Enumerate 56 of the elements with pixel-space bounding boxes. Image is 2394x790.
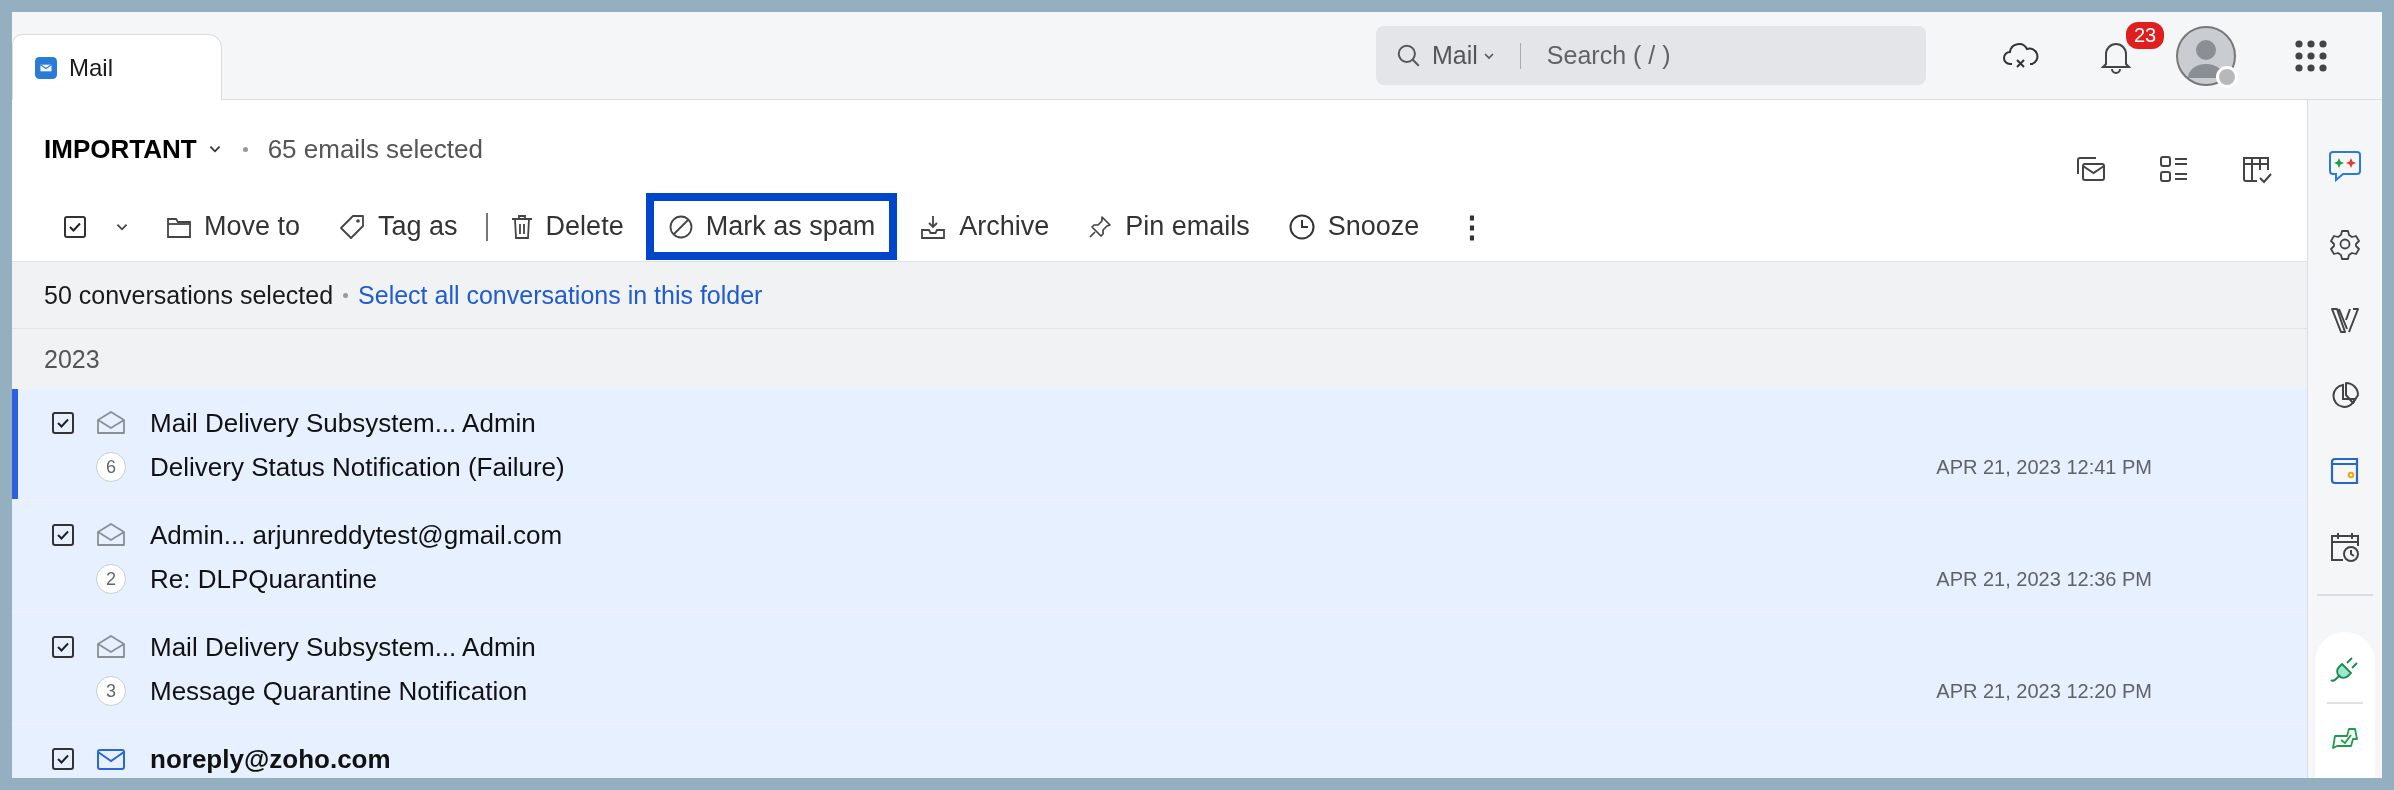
avatar[interactable]	[2176, 25, 2236, 86]
envelope-icon	[35, 56, 57, 79]
more-button[interactable]: ⋮	[1441, 201, 1504, 252]
settings-icon[interactable]	[2329, 228, 2361, 260]
block-icon	[667, 213, 694, 240]
search-icon	[1396, 42, 1422, 69]
group-label: 2023	[44, 344, 100, 374]
selection-summary: 50 conversations selected	[44, 280, 334, 310]
toolbar-button[interactable]: Mark as spam	[645, 193, 898, 260]
email-row[interactable]: noreply@zoho.com	[12, 725, 2307, 778]
trash-icon	[509, 212, 534, 241]
conversation-view-icon[interactable]	[2075, 155, 2107, 183]
subject-text: Delivery Status Notification (Failure)	[150, 451, 565, 483]
sender-text: noreply@zoho.com	[150, 743, 391, 775]
apps-grid-icon[interactable]	[2294, 38, 2328, 73]
date-text: APR 21, 2023 12:41 PM	[1936, 455, 2152, 479]
date-text: APR 21, 2023 12:20 PM	[1936, 679, 2152, 703]
clock-icon	[1287, 212, 1316, 241]
subject-text: Re: DLPQuarantine	[150, 563, 377, 595]
select-all-checkbox[interactable]	[64, 215, 86, 238]
sender-text: Admin... arjunreddytest@gmail.com	[150, 519, 563, 551]
toolbar-button[interactable]: Delete	[493, 203, 640, 250]
thread-count: 3	[96, 676, 126, 706]
selection-count: 65 emails selected	[267, 133, 483, 165]
sender-text: Mail Delivery Subsystem... Admin	[150, 631, 536, 663]
thread-count: 2	[96, 564, 126, 594]
toolbar-button[interactable]: Archive	[903, 203, 1066, 250]
date-text: APR 21, 2023 12:36 PM	[1936, 567, 2152, 591]
notification-count: 23	[2124, 19, 2167, 51]
thread-count: 6	[96, 452, 126, 482]
folder-title[interactable]: IMPORTANT	[44, 133, 197, 165]
tag-icon	[338, 212, 367, 241]
toolbar-button[interactable]: Snooze	[1271, 203, 1436, 250]
row-checkbox[interactable]	[52, 636, 74, 658]
search-scope-dropdown[interactable]: Mail	[1432, 41, 1496, 70]
list-view-icon[interactable]	[2159, 154, 2189, 184]
toolbar-button[interactable]: Tag as	[322, 203, 474, 250]
row-checkbox[interactable]	[52, 412, 74, 434]
calendar-clock-icon[interactable]	[2329, 530, 2361, 564]
toolbar-button[interactable]: Move to	[150, 203, 317, 250]
email-row[interactable]: Mail Delivery Subsystem... Admin 6 Delivery Status Notification (Failure) APR 21, 2023 12:41 PM	[12, 389, 2307, 501]
email-row[interactable]: Mail Delivery Subsystem... Admin 3 Message Quarantine Notification APR 21, 2023 12:20 PM	[12, 613, 2307, 725]
mail-tab[interactable]: Mail	[12, 34, 222, 100]
sender-text: Mail Delivery Subsystem... Admin	[150, 407, 536, 439]
separator-dot	[242, 146, 248, 152]
pin-icon	[1087, 213, 1114, 240]
email-row[interactable]: Admin... arjunreddytest@gmail.com 2 Re: DLPQuarantine APR 21, 2023 12:36 PM	[12, 501, 2307, 613]
subject-text: Message Quarantine Notification	[150, 675, 528, 707]
separator-dot	[343, 292, 349, 298]
tray-icon	[919, 213, 948, 240]
select-all-link[interactable]: Select all conversations in this folder	[358, 280, 763, 310]
chat-sparkle-icon[interactable]	[2327, 148, 2363, 184]
row-checkbox[interactable]	[52, 524, 74, 546]
row-checkbox[interactable]	[52, 748, 74, 770]
toolbar-button[interactable]: Pin emails	[1071, 203, 1266, 250]
search-field[interactable]: Mail Search ( / )	[1376, 26, 1926, 85]
